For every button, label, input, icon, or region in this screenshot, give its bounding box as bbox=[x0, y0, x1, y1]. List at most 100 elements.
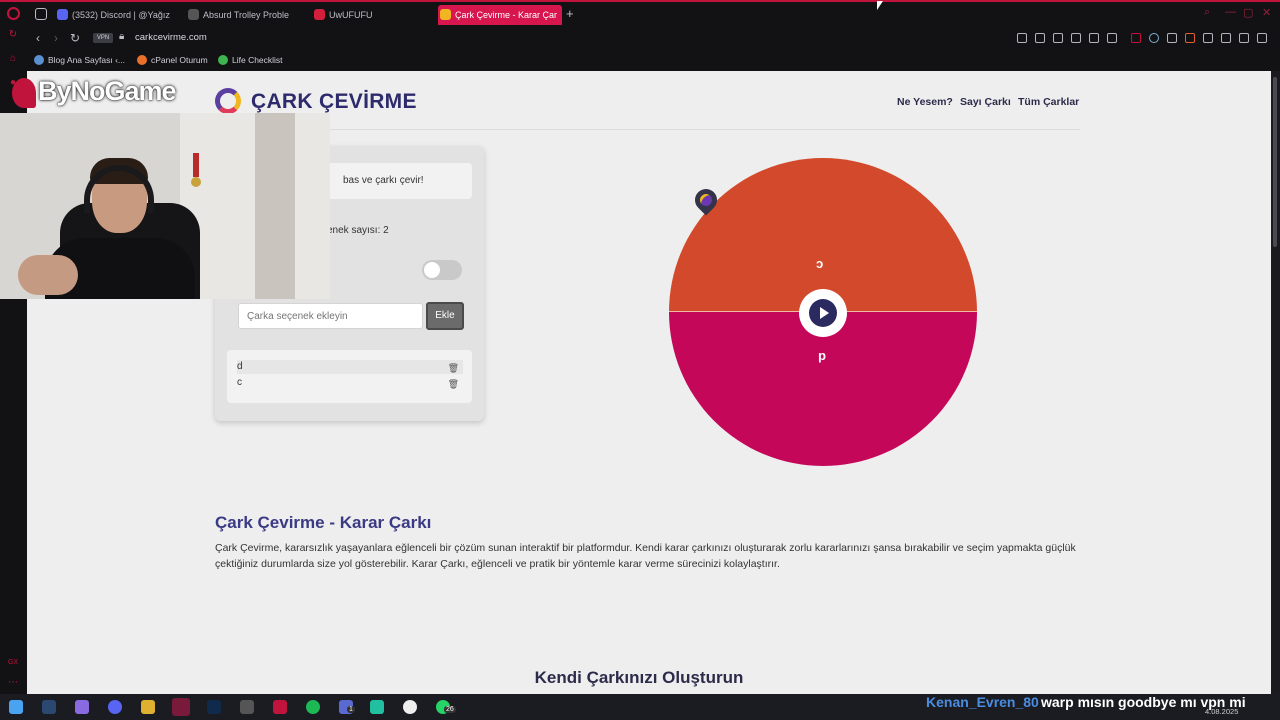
brand-overlay: ByNoGame bbox=[4, 74, 194, 114]
extension-red-icon[interactable] bbox=[1131, 33, 1141, 43]
play-icon bbox=[809, 299, 837, 327]
shop-icon[interactable]: ⌂ bbox=[7, 53, 19, 65]
segment-label-c: c bbox=[816, 258, 824, 273]
bookmarks-bar: Blog Ana Sayfası ‹... cPanel Oturum Life… bbox=[27, 51, 1280, 71]
teams-badge: 1 bbox=[347, 706, 355, 713]
extension-badge-icon[interactable] bbox=[1167, 33, 1177, 43]
back-icon[interactable]: ‹ bbox=[36, 31, 40, 45]
spin-button[interactable] bbox=[799, 289, 847, 337]
extension-star-icon[interactable] bbox=[1185, 33, 1195, 43]
scroll-thumb[interactable] bbox=[1273, 77, 1277, 247]
chat-username: Kenan_Evren_80 bbox=[926, 694, 1039, 710]
tab-uwufufu[interactable]: UwUFUFU bbox=[312, 5, 427, 25]
option-count: enek sayısı: 2 bbox=[327, 225, 389, 236]
more-icon[interactable]: ⋯ bbox=[7, 677, 19, 689]
app-icon[interactable] bbox=[240, 700, 254, 714]
chat-app-icon[interactable] bbox=[370, 700, 384, 714]
forward-icon[interactable]: › bbox=[54, 31, 58, 45]
download-icon[interactable] bbox=[1239, 33, 1249, 43]
red-app-icon[interactable] bbox=[273, 700, 287, 714]
gx-icon[interactable]: GX bbox=[7, 657, 19, 669]
reload-icon[interactable]: ↻ bbox=[7, 29, 19, 41]
pin-icon[interactable] bbox=[1017, 33, 1027, 43]
new-tab-icon[interactable]: + bbox=[566, 5, 574, 23]
obs-icon[interactable] bbox=[403, 700, 417, 714]
extensions-icon[interactable] bbox=[1203, 33, 1213, 43]
clock-date: 4.08.2025 bbox=[1205, 707, 1239, 716]
opera-gx-taskbar-icon[interactable] bbox=[172, 698, 190, 716]
option-input[interactable] bbox=[238, 303, 423, 329]
translate-icon[interactable] bbox=[1071, 33, 1081, 43]
cpanel-icon bbox=[137, 55, 147, 65]
tab-bar: (3532) Discord | @Yağız Absurd Trolley P… bbox=[0, 0, 1280, 25]
webcam-overlay bbox=[0, 113, 330, 299]
refresh-icon[interactable]: ↻ bbox=[70, 31, 80, 45]
site-title[interactable]: ÇARK ÇEVİRME bbox=[251, 90, 417, 114]
tab-discord[interactable]: (3532) Discord | @Yağız bbox=[55, 5, 175, 25]
vpn-badge[interactable]: VPN bbox=[93, 33, 113, 43]
tab-label: (3532) Discord | @Yağız bbox=[72, 10, 170, 20]
section-heading-2: Kendi Çarkınızı Oluşturun bbox=[534, 668, 744, 687]
list-item: c 🗑︎ bbox=[237, 376, 463, 390]
option-label: d bbox=[237, 361, 243, 372]
uwufufu-icon bbox=[314, 9, 325, 20]
trash-icon[interactable]: 🗑︎ bbox=[448, 377, 459, 391]
close-icon[interactable]: ✕ bbox=[1262, 6, 1271, 19]
discord-taskbar-icon[interactable] bbox=[108, 700, 122, 714]
bookmark-label: cPanel Oturum bbox=[151, 55, 208, 65]
tab-trolley[interactable]: Absurd Trolley Proble bbox=[186, 5, 301, 25]
instruction-text: bas ve çarkı çevir! bbox=[343, 175, 424, 186]
opera-logo-icon[interactable] bbox=[7, 7, 20, 20]
tab-cark-cevirme[interactable]: Çark Çevirme - Karar Çar bbox=[438, 5, 562, 25]
puzzle-icon[interactable] bbox=[1221, 33, 1231, 43]
heart-icon[interactable] bbox=[1107, 33, 1117, 43]
snapshot-icon[interactable] bbox=[1035, 33, 1045, 43]
wordpress-icon bbox=[34, 55, 44, 65]
bookmark-label: Life Checklist bbox=[232, 55, 283, 65]
header-divider bbox=[215, 129, 1080, 130]
photoshop-icon[interactable] bbox=[207, 700, 221, 714]
trash-icon[interactable]: 🗑︎ bbox=[448, 361, 459, 375]
tab-label: Absurd Trolley Proble bbox=[203, 10, 290, 20]
section-paragraph: Çark Çevirme, kararsızlık yaşayanlara eğ… bbox=[215, 542, 1076, 570]
menu-icon[interactable] bbox=[1257, 33, 1267, 43]
bookmark-checklist[interactable]: Life Checklist bbox=[218, 55, 283, 65]
play-icon[interactable] bbox=[1089, 33, 1099, 43]
mouse-cursor-icon bbox=[877, 1, 883, 10]
shield-icon[interactable] bbox=[1053, 33, 1063, 43]
mute-icon bbox=[188, 9, 199, 20]
maximize-icon[interactable]: ▢ bbox=[1243, 6, 1253, 19]
add-option-button[interactable]: Ekle bbox=[426, 302, 464, 330]
bookmark-cpanel[interactable]: cPanel Oturum bbox=[137, 55, 208, 65]
folder-icon[interactable] bbox=[141, 700, 155, 714]
bookmark-blog[interactable]: Blog Ana Sayfası ‹... bbox=[34, 55, 125, 65]
copilot-icon[interactable] bbox=[75, 700, 89, 714]
cark-icon bbox=[440, 9, 451, 20]
option-label: c bbox=[237, 377, 242, 388]
nav-sayi-carki[interactable]: Sayı Çarkı bbox=[960, 96, 1011, 108]
brand-text: ByNoGame bbox=[38, 76, 177, 106]
whatsapp-badge: 26 bbox=[444, 706, 456, 713]
url-field[interactable]: carkcevirme.com bbox=[135, 32, 207, 43]
search-icon[interactable]: ⌕ bbox=[1204, 6, 1210, 19]
steam-icon[interactable] bbox=[42, 700, 56, 714]
taskbar: 1 26 Kenan_Evren_80 warp mısın goodbye m… bbox=[0, 694, 1280, 720]
settings-toggle[interactable] bbox=[422, 260, 462, 280]
section-heading: Çark Çevirme - Karar Çarkı bbox=[215, 513, 432, 532]
windows-start-icon[interactable] bbox=[9, 700, 23, 714]
minimize-icon[interactable]: — bbox=[1225, 6, 1236, 18]
lock-icon[interactable]: 🔒︎ bbox=[119, 31, 124, 42]
bookmark-label: Blog Ana Sayfası ‹... bbox=[48, 55, 126, 65]
tab-label: UwUFUFU bbox=[329, 10, 373, 20]
nav-ne-yesem[interactable]: Ne Yesem? bbox=[897, 96, 953, 108]
tab-label: Çark Çevirme - Karar Çar bbox=[455, 10, 558, 20]
spotify-icon[interactable] bbox=[306, 700, 320, 714]
extension-circle-icon[interactable] bbox=[1149, 33, 1159, 43]
page-scrollbar[interactable] bbox=[1271, 71, 1280, 694]
address-bar: ‹ › ↻ VPN 🔒︎ carkcevirme.com bbox=[27, 25, 1280, 51]
nav-tum-carklar[interactable]: Tüm Çarklar bbox=[1018, 96, 1079, 108]
segment-label-d: d bbox=[818, 350, 826, 365]
check-icon bbox=[218, 55, 228, 65]
site-logo-icon[interactable] bbox=[215, 88, 241, 114]
tab-island-icon[interactable] bbox=[35, 8, 47, 20]
